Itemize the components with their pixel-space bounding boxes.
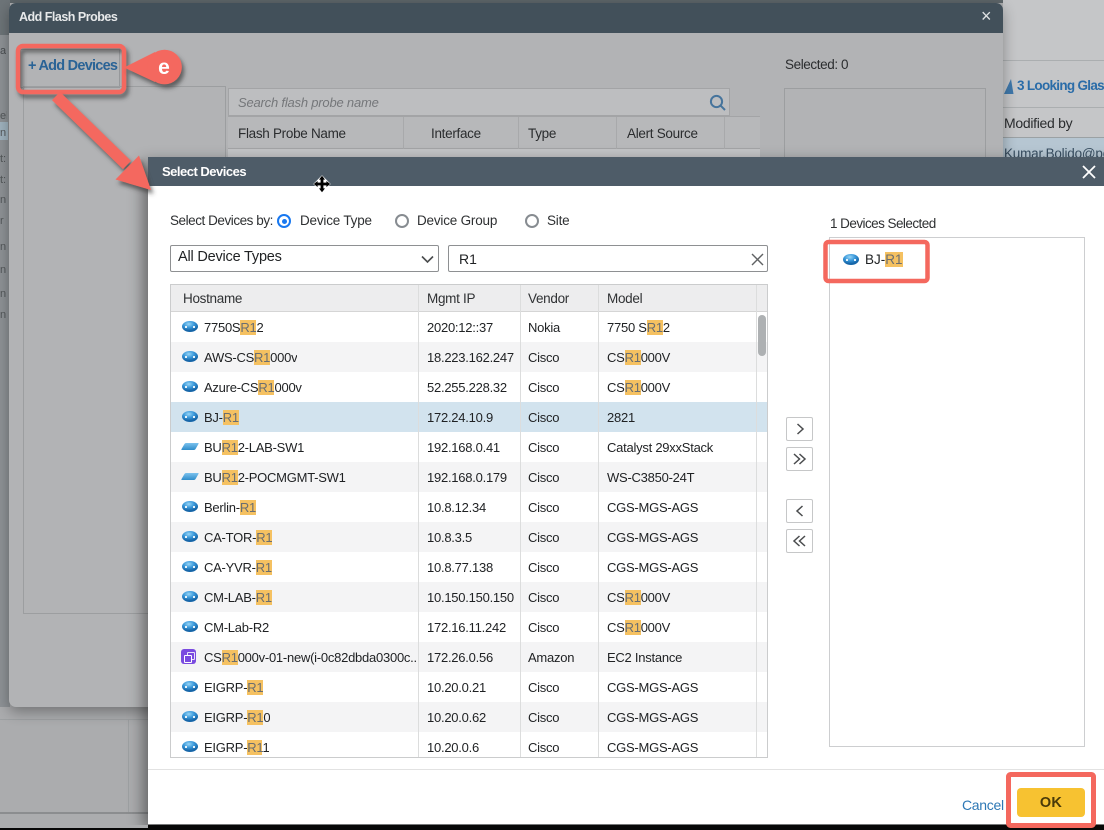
svg-text:e: e bbox=[158, 56, 170, 79]
